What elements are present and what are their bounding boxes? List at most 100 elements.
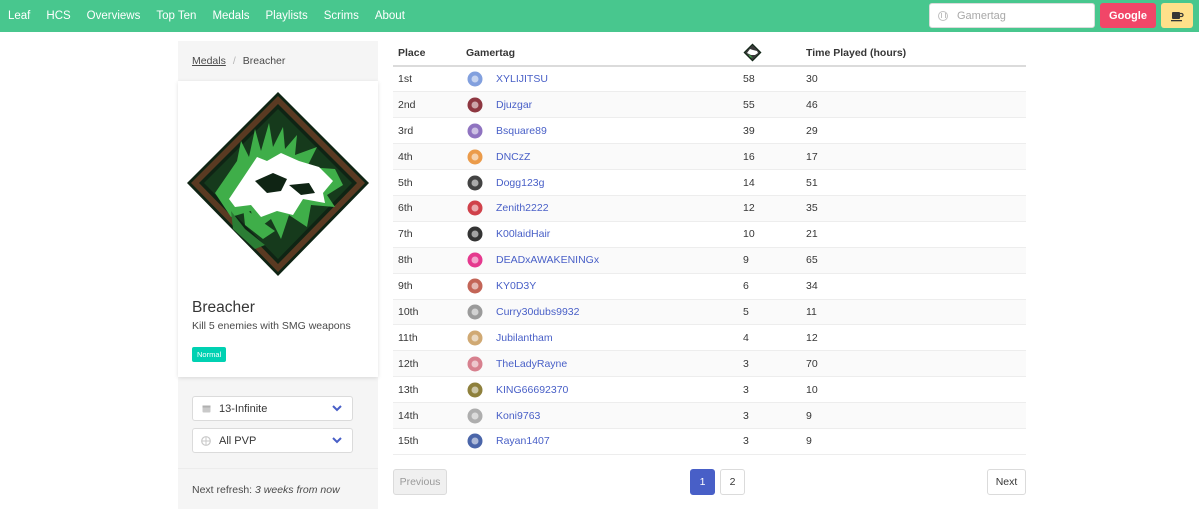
row-medal-count: 3 bbox=[743, 402, 806, 429]
row-medal-count: 39 bbox=[743, 117, 806, 145]
row-medal-count: 14 bbox=[743, 169, 806, 196]
header-place: Place bbox=[393, 40, 466, 67]
gamertag-link[interactable]: K00laidHair bbox=[496, 228, 550, 240]
breadcrumb-medals-link[interactable]: Medals bbox=[192, 55, 226, 67]
gamertag-link[interactable]: Zenith2222 bbox=[496, 202, 549, 214]
row-time-played: 10 bbox=[806, 376, 1026, 404]
chevron-down-icon bbox=[332, 405, 342, 412]
row-medal-count: 6 bbox=[743, 273, 806, 300]
gamertag-link[interactable]: Jubilantham bbox=[496, 332, 553, 344]
refresh-label: Next refresh: bbox=[192, 484, 253, 496]
breadcrumb-current: Breacher bbox=[242, 55, 286, 67]
row-gamertag-cell: KY0D3Y bbox=[466, 273, 743, 300]
row-place: 15th bbox=[393, 428, 466, 455]
row-time-played: 30 bbox=[806, 66, 1026, 93]
row-place: 14th bbox=[393, 402, 466, 429]
row-place: 1st bbox=[393, 66, 466, 93]
row-place: 13th bbox=[393, 376, 466, 404]
row-gamertag-cell: Jubilantham bbox=[466, 324, 743, 352]
player-emblem-icon bbox=[467, 330, 483, 346]
row-gamertag-cell: DNCzZ bbox=[466, 143, 743, 171]
calendar-icon bbox=[201, 404, 211, 414]
row-medal-count: 16 bbox=[743, 143, 806, 171]
playlist-select[interactable]: All PVP bbox=[192, 428, 353, 453]
row-medal-count: 12 bbox=[743, 195, 806, 222]
row-time-played: 34 bbox=[806, 273, 1026, 300]
gamertag-link[interactable]: DEADxAWAKENINGx bbox=[496, 254, 599, 266]
row-medal-count: 3 bbox=[743, 350, 806, 378]
gamertag-link[interactable]: DNCzZ bbox=[496, 151, 530, 163]
row-gamertag-cell: XYLIJITSU bbox=[466, 66, 743, 93]
coffee-button[interactable] bbox=[1161, 3, 1193, 28]
row-medal-count: 9 bbox=[743, 247, 806, 274]
row-medal-count: 58 bbox=[743, 66, 806, 93]
gamertag-link[interactable]: Curry30dubs9932 bbox=[496, 306, 579, 318]
row-gamertag-cell: K00laidHair bbox=[466, 221, 743, 248]
page-2-button[interactable]: 2 bbox=[720, 469, 745, 495]
table-row: 5th Dogg123g 14 51 bbox=[393, 169, 1026, 196]
medal-card: Breacher Kill 5 enemies with SMG weapons… bbox=[178, 81, 378, 377]
row-medal-count: 10 bbox=[743, 221, 806, 248]
row-time-played: 70 bbox=[806, 350, 1026, 378]
row-place: 9th bbox=[393, 273, 466, 300]
playlist-select-value: All PVP bbox=[219, 434, 257, 447]
previous-page-button[interactable]: Previous bbox=[393, 469, 447, 495]
gamertag-link[interactable]: Dogg123g bbox=[496, 177, 544, 189]
row-time-played: 9 bbox=[806, 402, 1026, 429]
gamertag-link[interactable]: Djuzgar bbox=[496, 99, 532, 111]
nav-top-ten[interactable]: Top Ten bbox=[148, 0, 204, 32]
nav-medals[interactable]: Medals bbox=[204, 0, 257, 32]
google-button[interactable]: Google bbox=[1100, 3, 1156, 28]
player-emblem-icon bbox=[467, 123, 483, 139]
gamertag-link[interactable]: Bsquare89 bbox=[496, 125, 547, 137]
gamertag-link[interactable]: Koni9763 bbox=[496, 410, 540, 422]
gamertag-link[interactable]: KY0D3Y bbox=[496, 280, 536, 292]
nav-hcs[interactable]: HCS bbox=[38, 0, 78, 32]
row-place: 5th bbox=[393, 169, 466, 196]
gamertag-link[interactable]: XYLIJITSU bbox=[496, 73, 548, 85]
player-emblem-icon bbox=[467, 278, 483, 294]
xbox-icon bbox=[938, 10, 948, 21]
player-emblem-icon bbox=[467, 252, 483, 268]
table-row: 12th TheLadyRayne 3 70 bbox=[393, 350, 1026, 378]
row-place: 4th bbox=[393, 143, 466, 171]
table-row: 13th KING66692370 3 10 bbox=[393, 376, 1026, 404]
nav-scrims[interactable]: Scrims bbox=[316, 0, 367, 32]
gamertag-link[interactable]: KING66692370 bbox=[496, 384, 568, 396]
player-emblem-icon bbox=[467, 304, 483, 320]
table-row: 14th Koni9763 3 9 bbox=[393, 402, 1026, 429]
player-emblem-icon bbox=[467, 200, 483, 216]
row-place: 11th bbox=[393, 324, 466, 352]
player-emblem-icon bbox=[467, 226, 483, 242]
season-select[interactable]: 13-Infinite bbox=[192, 396, 353, 421]
nav-overviews[interactable]: Overviews bbox=[79, 0, 149, 32]
season-select-value: 13-Infinite bbox=[219, 402, 268, 415]
row-gamertag-cell: Zenith2222 bbox=[466, 195, 743, 222]
table-row: 1st XYLIJITSU 58 30 bbox=[393, 66, 1026, 93]
page-1-button[interactable]: 1 bbox=[690, 469, 715, 495]
row-time-played: 11 bbox=[806, 299, 1026, 326]
row-place: 2nd bbox=[393, 91, 466, 119]
gamertag-link[interactable]: Rayan1407 bbox=[496, 435, 550, 447]
header-gamertag: Gamertag bbox=[466, 40, 743, 67]
row-place: 7th bbox=[393, 221, 466, 248]
nav-about[interactable]: About bbox=[367, 0, 413, 32]
globe-icon bbox=[201, 435, 211, 446]
row-gamertag-cell: Dogg123g bbox=[466, 169, 743, 196]
navbar: Leaf HCS Overviews Top Ten Medals Playli… bbox=[0, 0, 1199, 32]
row-gamertag-cell: Bsquare89 bbox=[466, 117, 743, 145]
breadcrumb: Medals / Breacher bbox=[192, 55, 285, 67]
nav-leaf[interactable]: Leaf bbox=[0, 0, 38, 32]
gamertag-search-input[interactable] bbox=[957, 9, 1087, 22]
gamertag-link[interactable]: TheLadyRayne bbox=[496, 358, 567, 370]
next-page-button[interactable]: Next bbox=[987, 469, 1026, 495]
gamertag-search[interactable] bbox=[929, 3, 1095, 28]
row-time-played: 35 bbox=[806, 195, 1026, 222]
player-emblem-icon bbox=[467, 382, 483, 398]
row-place: 12th bbox=[393, 350, 466, 378]
breacher-medal-icon bbox=[187, 92, 369, 276]
player-emblem-icon bbox=[467, 97, 483, 113]
nav-playlists[interactable]: Playlists bbox=[258, 0, 316, 32]
leaderboard-body: 1st XYLIJITSU 58 30 2nd Djuzgar 55 46 3rd Bsquare… bbox=[393, 66, 1026, 455]
row-time-played: 21 bbox=[806, 221, 1026, 248]
